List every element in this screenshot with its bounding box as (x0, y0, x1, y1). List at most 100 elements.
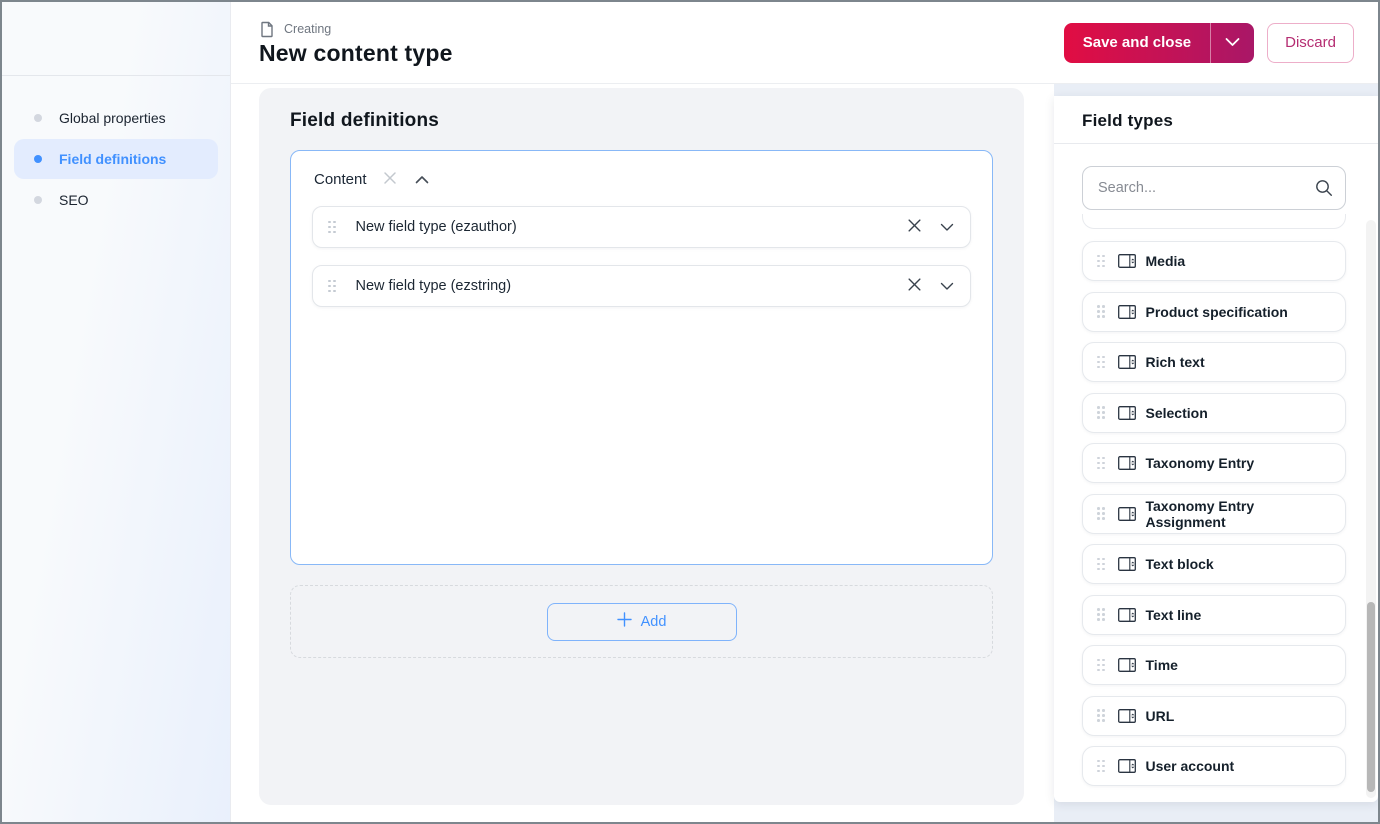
field-definition-label: New field type (ezauthor) (355, 219, 517, 235)
field-type-card[interactable]: Rich text (1082, 342, 1346, 382)
save-and-close-button[interactable]: Save and close (1064, 23, 1210, 63)
field-type-label: Taxonomy Entry Assignment (1145, 497, 1255, 530)
drag-handle-icon[interactable] (1097, 759, 1105, 773)
field-type-icon (1117, 456, 1136, 470)
search-box (1082, 166, 1346, 210)
content-row: Field definitions Content New field type… (231, 84, 1378, 822)
expand-field-button[interactable] (938, 277, 956, 296)
chevron-up-icon (415, 172, 429, 187)
sidebar-nav-item[interactable]: SEO (14, 180, 218, 220)
field-type-label: Time (1145, 657, 1178, 673)
expand-field-button[interactable] (938, 218, 956, 237)
drag-handle-icon[interactable] (1097, 456, 1105, 470)
document-icon (259, 21, 275, 38)
sidebar-logo-area (2, 2, 230, 76)
field-types-panel: Field types Search... Media Product spec… (1054, 96, 1378, 802)
field-type-label: URL (1145, 707, 1175, 724)
field-definition-list: New field type (ezauthor) New field type… (312, 206, 971, 307)
field-type-card[interactable]: URL (1082, 695, 1346, 736)
field-types-body: Media Product specification (1054, 144, 1378, 802)
field-type-card[interactable]: Product specification (1082, 291, 1346, 332)
app-window: Global properties Field definitions SEO (0, 0, 1380, 824)
field-type-label: Taxonomy Entry (1145, 455, 1255, 471)
chevron-down-icon (940, 220, 954, 235)
field-row-actions (905, 275, 956, 297)
sidebar-nav-item[interactable]: Field definitions (14, 139, 218, 179)
field-type-icon (1117, 607, 1136, 622)
drag-handle-icon[interactable] (1097, 557, 1105, 571)
field-type-card[interactable]: User account (1082, 746, 1346, 786)
field-types-title: Field types (1082, 111, 1174, 130)
right-column: Field types Search... Media Product spec… (1054, 84, 1378, 822)
discard-button[interactable]: Discard (1267, 22, 1354, 63)
chevron-down-icon (940, 279, 954, 294)
search-input[interactable] (1082, 166, 1346, 210)
field-type-card[interactable]: Taxonomy Entry (1082, 443, 1346, 483)
save-options-toggle[interactable] (1210, 22, 1254, 63)
drag-handle-icon[interactable] (328, 220, 336, 234)
close-icon (383, 171, 397, 188)
plus-icon (616, 612, 632, 631)
drag-handle-icon[interactable] (1097, 608, 1105, 621)
field-type-label: Product specification (1145, 303, 1288, 320)
field-type-label: Text block (1145, 556, 1214, 572)
field-type-icon (1117, 506, 1136, 521)
field-type-label: Rich text (1145, 354, 1205, 370)
field-type-card[interactable]: Taxonomy Entry Assignment (1082, 493, 1346, 534)
drag-handle-icon[interactable] (328, 279, 336, 293)
field-type-icon (1117, 254, 1136, 268)
field-type-card[interactable]: Text block (1082, 544, 1346, 584)
chevron-down-icon (1225, 35, 1240, 50)
field-types-header: Field types (1054, 96, 1378, 144)
field-row-actions (905, 216, 956, 238)
field-definition-row[interactable]: New field type (ezstring) (312, 265, 971, 307)
field-type-card[interactable]: Text line (1082, 594, 1346, 635)
drag-handle-icon[interactable] (1097, 305, 1105, 318)
field-group-header: Content (312, 165, 971, 202)
field-type-icon (1117, 708, 1136, 723)
field-definitions-title: Field definitions (290, 110, 440, 131)
remove-field-button[interactable] (905, 275, 924, 297)
add-group-dropzone: Add (290, 585, 993, 658)
sidebar-nav-item[interactable]: Global properties (14, 98, 218, 138)
remove-group-button[interactable] (381, 169, 399, 190)
field-definition-label: New field type (ezstring) (355, 278, 512, 294)
field-type-icon (1117, 405, 1136, 420)
page-header: Creating New content type Save and close… (231, 2, 1378, 84)
close-icon (907, 218, 922, 236)
field-group-content: Content New field type (ezauthor) New fi… (290, 150, 993, 565)
add-button-label: Add (640, 613, 667, 630)
sidebar-item-label: Field definitions (59, 151, 167, 167)
field-type-card[interactable]: Time (1082, 645, 1346, 685)
field-type-card[interactable]: Selection (1082, 392, 1346, 433)
drag-handle-icon[interactable] (1097, 355, 1105, 369)
drag-handle-icon[interactable] (1097, 406, 1105, 419)
add-field-group-button[interactable]: Add (546, 602, 737, 641)
main-column: Creating New content type Save and close… (231, 2, 1378, 822)
field-type-icon (1117, 658, 1136, 672)
field-definitions-panel: Field definitions Content New field type… (259, 88, 1024, 805)
field-type-card[interactable]: Media (1082, 241, 1346, 281)
work-area: Field definitions Content New field type… (231, 84, 1054, 822)
sidebar-item-label: Global properties (59, 110, 166, 126)
scrollbar-track[interactable] (1366, 220, 1376, 798)
drag-handle-icon[interactable] (1097, 507, 1105, 520)
remove-field-button[interactable] (905, 216, 924, 238)
scrollbar-thumb[interactable] (1367, 602, 1375, 792)
field-type-icon (1117, 355, 1136, 369)
anchor-navigation: Global properties Field definitions SEO (2, 76, 230, 220)
field-type-icon (1117, 557, 1136, 571)
left-sidebar: Global properties Field definitions SEO (2, 2, 231, 822)
drag-handle-icon[interactable] (1097, 658, 1105, 672)
drag-handle-icon[interactable] (1097, 254, 1105, 268)
field-types-list: Media Product specification Rich text Se… (1082, 241, 1346, 786)
bullet-icon (34, 114, 42, 122)
field-type-label: Text line (1145, 606, 1202, 623)
field-definition-row[interactable]: New field type (ezauthor) (312, 206, 971, 248)
drag-handle-icon[interactable] (1097, 709, 1105, 722)
field-type-icon (1117, 304, 1136, 319)
bullet-icon (34, 196, 42, 204)
save-split-button: Save and close (1063, 22, 1255, 63)
collapse-group-button[interactable] (413, 170, 431, 189)
close-icon (907, 277, 922, 295)
